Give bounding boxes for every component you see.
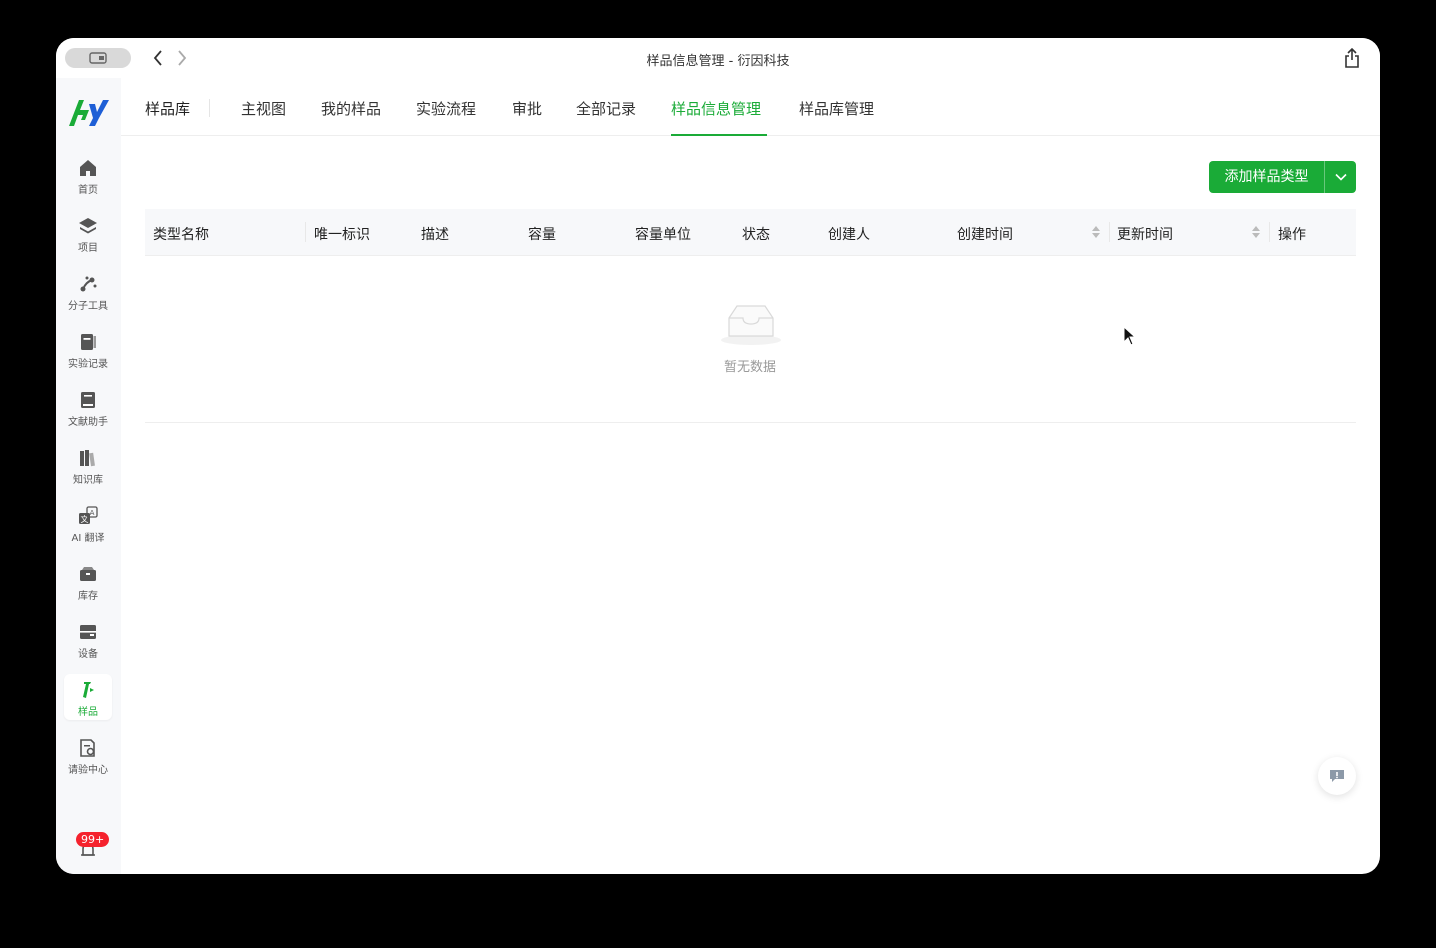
sidebar-item-label: 知识库 [73, 475, 103, 486]
sidebar-item-label: 设备 [78, 649, 98, 660]
table-header: 类型名称 唯一标识 描述 容量 容量单位 状态 创建人 创建时间 更新时间 操作 [145, 209, 1356, 256]
notebook-icon [81, 334, 96, 350]
share-button[interactable] [1340, 46, 1364, 70]
column-header-type-name: 类型名称 [153, 227, 209, 243]
share-icon [1345, 48, 1359, 68]
add-sample-type-button-group: 添加样品类型 [1209, 161, 1356, 193]
sidebar-item-label: 项目 [78, 243, 98, 254]
top-tab-bar: 样品库 主视图 我的样品 实验流程 审批 全部记录 样品信息管理 样品库管理 [121, 78, 1380, 136]
column-header-description: 描述 [421, 227, 449, 243]
book-icon [81, 392, 95, 408]
app-window: 样品信息管理 - 衍因科技 首页 项目 分子工具 实验记录 文献助手 知识库 文… [56, 38, 1380, 874]
column-header-unique-id: 唯一标识 [314, 227, 370, 243]
sidebar-item-label: 首页 [78, 185, 98, 196]
sidebar-item-label: 请验中心 [68, 765, 108, 776]
column-header-created-time[interactable]: 创建时间 [957, 224, 1013, 244]
sidebar-item-samples[interactable]: 样品 [64, 674, 112, 720]
sidebar-item-inventory[interactable]: 库存 [64, 558, 112, 604]
tab-sample-library-management[interactable]: 样品库管理 [799, 98, 874, 119]
sidebar-item-label: 文献助手 [68, 417, 108, 428]
layers-icon [79, 218, 97, 234]
column-header-capacity: 容量 [528, 227, 556, 243]
sidebar-item-devices[interactable]: 设备 [64, 616, 112, 662]
inspection-icon [80, 739, 95, 757]
sidebar-item-literature-assistant[interactable]: 文献助手 [64, 384, 112, 430]
column-header-status: 状态 [742, 227, 770, 243]
sidebar-item-molecule-tools[interactable]: 分子工具 [64, 268, 112, 314]
sort-created-time-icon[interactable] [1091, 224, 1101, 240]
table-bottom-border [145, 422, 1356, 423]
translate-icon: 文A [79, 506, 98, 524]
add-sample-type-button[interactable]: 添加样品类型 [1209, 161, 1324, 193]
sidebar-item-label: AI 翻译 [71, 533, 105, 544]
svg-text:A: A [90, 509, 95, 517]
notification-badge: 99+ [76, 832, 110, 847]
column-header-actions: 操作 [1278, 227, 1306, 243]
chevron-down-icon [1334, 173, 1347, 181]
tab-main-view[interactable]: 主视图 [241, 98, 286, 119]
tab-my-samples[interactable]: 我的样品 [321, 98, 381, 119]
sidebar-item-knowledge-base[interactable]: 知识库 [64, 442, 112, 488]
sidebar-item-home[interactable]: 首页 [64, 152, 112, 198]
window-title: 样品信息管理 - 衍因科技 [646, 54, 790, 69]
device-icon [80, 625, 96, 639]
sidebar-item-label: 样品 [78, 707, 98, 718]
column-header-updated-time[interactable]: 更新时间 [1117, 224, 1173, 244]
feedback-button[interactable] [1318, 757, 1356, 795]
tab-approval[interactable]: 审批 [512, 98, 542, 119]
tab-experiment-flow[interactable]: 实验流程 [416, 98, 476, 119]
tab-sample-library-home[interactable]: 样品库 [145, 98, 190, 119]
column-divider [1109, 222, 1110, 242]
sidebar-item-projects[interactable]: 项目 [64, 210, 112, 256]
library-icon [80, 450, 95, 467]
molecule-icon [80, 276, 97, 292]
empty-inbox-icon [721, 305, 781, 345]
home-icon [80, 160, 96, 176]
tab-all-records[interactable]: 全部记录 [576, 98, 636, 119]
column-header-capacity-unit: 容量单位 [635, 227, 691, 243]
active-tab-indicator [671, 134, 767, 136]
brand-logo-icon[interactable] [65, 96, 111, 130]
add-options-dropdown-button[interactable] [1325, 161, 1356, 193]
title-bar: 样品信息管理 - 衍因科技 [56, 38, 1380, 78]
inventory-icon [80, 567, 96, 581]
sidebar-item-label: 分子工具 [68, 301, 108, 312]
column-header-creator: 创建人 [828, 227, 870, 243]
tab-sample-info-management[interactable]: 样品信息管理 [671, 98, 761, 119]
tab-divider [209, 99, 210, 117]
sort-updated-time-icon[interactable] [1251, 224, 1261, 240]
feedback-icon [1330, 770, 1344, 782]
mouse-cursor-icon [1123, 326, 1137, 346]
column-divider [1269, 222, 1270, 242]
sidebar: 首页 项目 分子工具 实验记录 文献助手 知识库 文A AI 翻译 库存 设备 … [56, 78, 121, 874]
sample-icon [83, 682, 94, 698]
sidebar-item-ai-translate[interactable]: 文A AI 翻译 [64, 500, 112, 546]
column-divider [305, 222, 306, 242]
sidebar-item-label: 库存 [78, 591, 98, 602]
sidebar-item-inspection-center[interactable]: 请验中心 [64, 732, 112, 778]
empty-state-text: 暂无数据 [723, 360, 776, 375]
